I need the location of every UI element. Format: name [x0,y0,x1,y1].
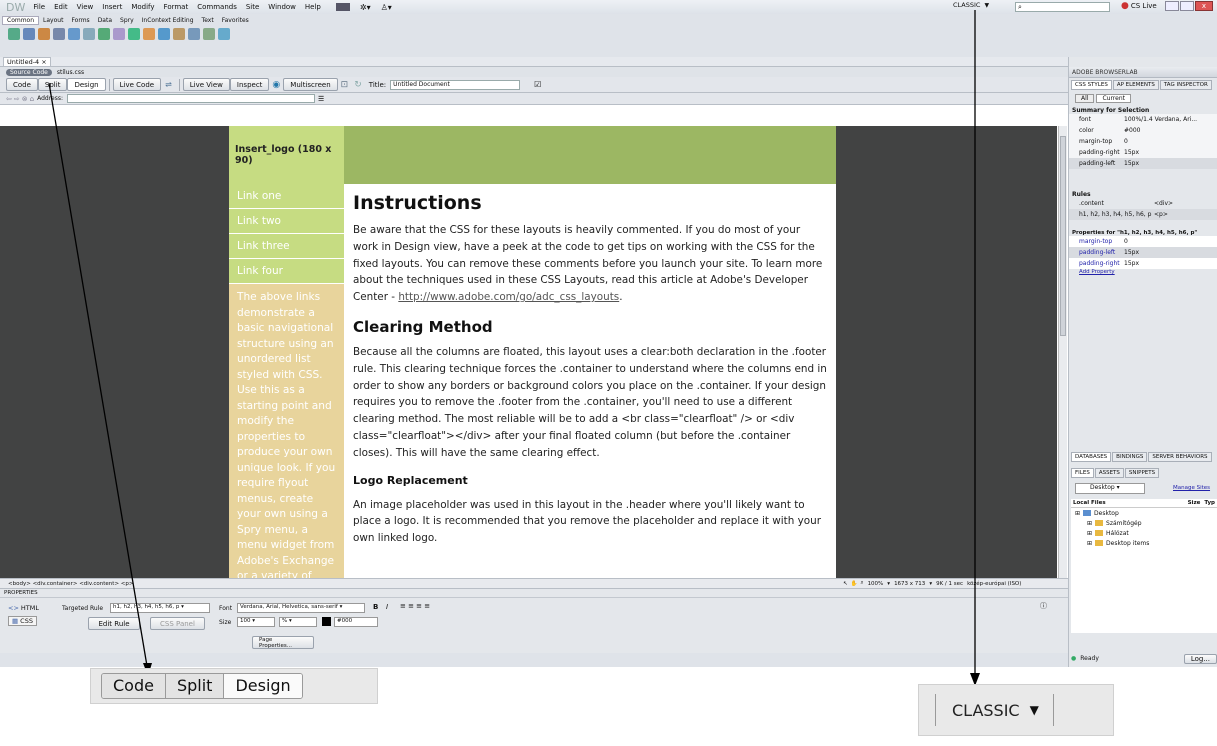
zoom-split-button[interactable]: Split [165,674,225,698]
callout-arrows [48,10,980,686]
zoom-classic-label[interactable]: CLASSIC [952,701,1020,720]
zoom-chevron-down-icon[interactable]: ▼ [1030,703,1039,717]
view-buttons-zoom: Code Split Design [90,668,378,704]
workspace-zoom: CLASSIC ▼ [918,684,1114,736]
zoom-design-button[interactable]: Design [224,674,302,698]
zoom-view-group: Code Split Design [101,673,303,699]
zoom-code-button[interactable]: Code [102,674,166,698]
